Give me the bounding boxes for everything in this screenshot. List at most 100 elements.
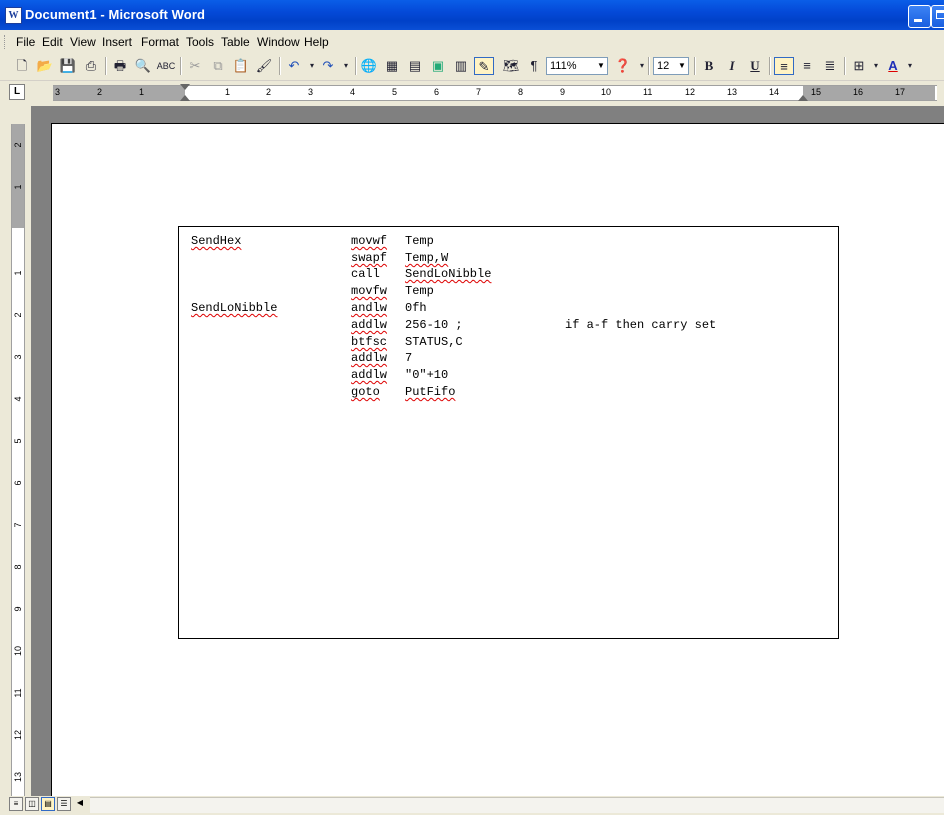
- title-bar: W Document1 - Microsoft Word: [0, 0, 944, 30]
- font-size-combo[interactable]: 12 ▼: [653, 57, 689, 75]
- menu-tools[interactable]: Tools: [186, 35, 214, 49]
- save-icon[interactable]: 💾: [58, 57, 78, 75]
- tab-selector[interactable]: L: [9, 84, 25, 100]
- code-arg: STATUS,C: [405, 335, 463, 349]
- spelling-icon[interactable]: ABC: [156, 57, 176, 75]
- code-arg: PutFifo: [405, 385, 456, 399]
- zoom-combo[interactable]: 111% ▼: [546, 57, 608, 75]
- code-text-box[interactable]: SendHex SendLoNibble movwf Temp swapf Te…: [178, 226, 839, 639]
- toolbar-separator: [180, 57, 182, 75]
- show-hide-icon[interactable]: ¶: [524, 57, 544, 75]
- code-arg: Temp: [405, 284, 434, 298]
- ruler-number: 4: [350, 87, 356, 97]
- font-size-value: 12: [657, 60, 670, 72]
- scroll-left-icon[interactable]: ◀: [73, 797, 87, 811]
- hanging-indent-marker[interactable]: [180, 95, 190, 101]
- print-icon[interactable]: 🖶: [110, 57, 130, 75]
- format-painter-icon[interactable]: 🖌: [254, 57, 274, 75]
- font-color-dropdown-icon[interactable]: ▾: [900, 57, 920, 75]
- horizontal-scrollbar[interactable]: [90, 797, 944, 813]
- ruler-number: 1: [139, 87, 145, 97]
- open-folder-icon[interactable]: 📂: [35, 57, 55, 75]
- toolbar-separator: [844, 57, 846, 75]
- vertical-ruler[interactable]: 2 1 1 2 3 4 5 6 7 8 9 10 11 12 13: [11, 124, 25, 814]
- menu-table[interactable]: Table: [221, 35, 250, 49]
- permission-icon[interactable]: ⎙: [81, 57, 101, 75]
- ruler-number: 14: [769, 87, 780, 97]
- italic-button[interactable]: I: [722, 57, 742, 75]
- code-label: SendHex: [191, 234, 242, 248]
- menu-format[interactable]: Format: [141, 35, 179, 49]
- ruler-number: 1: [13, 270, 23, 276]
- bold-button[interactable]: B: [699, 57, 719, 75]
- web-layout-icon[interactable]: ◫: [25, 797, 39, 811]
- normal-view-icon[interactable]: ≡: [9, 797, 23, 811]
- copy-icon[interactable]: ⧉: [208, 57, 228, 75]
- print-layout-icon[interactable]: ▤: [41, 797, 55, 811]
- code-arg: 7: [405, 351, 413, 365]
- outline-view-icon[interactable]: ☰: [57, 797, 71, 811]
- code-arg: Temp,W: [405, 251, 449, 265]
- align-left-icon[interactable]: ≡: [774, 57, 794, 75]
- ruler-number: 7: [476, 87, 482, 97]
- menu-file[interactable]: File: [16, 35, 35, 49]
- ruler-number: 4: [13, 396, 23, 402]
- ruler-number: 2: [13, 142, 23, 148]
- ruler-right-margin: [803, 86, 935, 100]
- redo-dropdown-icon[interactable]: ▾: [336, 57, 356, 75]
- right-indent-marker[interactable]: [798, 95, 808, 101]
- new-document-icon[interactable]: 🗋: [12, 57, 32, 75]
- code-op: movwf: [351, 234, 388, 248]
- toolbar-separator: [355, 57, 357, 75]
- paste-icon[interactable]: 📋: [231, 57, 251, 75]
- ruler-number: 3: [55, 87, 61, 97]
- ruler-number: 5: [392, 87, 398, 97]
- window-title: Document1 - Microsoft Word: [25, 7, 206, 22]
- ruler-number: 17: [895, 87, 906, 97]
- help-icon[interactable]: ❓: [613, 57, 633, 75]
- horizontal-ruler[interactable]: 3 2 1 1 2 3 4 5 6 7 8 9 10 11 12 13 14 1…: [53, 84, 937, 101]
- menu-grip-handle[interactable]: [4, 35, 8, 49]
- ruler-number: 13: [727, 87, 738, 97]
- ruler-number: 8: [13, 564, 23, 570]
- menu-edit[interactable]: Edit: [42, 35, 63, 49]
- hyperlink-icon[interactable]: 🌐: [359, 57, 379, 75]
- insert-excel-icon[interactable]: ▣: [428, 57, 448, 75]
- menu-insert[interactable]: Insert: [102, 35, 132, 49]
- first-line-indent-marker[interactable]: [180, 84, 190, 90]
- tables-borders-icon[interactable]: ▦: [382, 57, 402, 75]
- ruler-number: 10: [601, 87, 612, 97]
- code-arg: SendLoNibble: [405, 267, 492, 281]
- word-app-icon[interactable]: W: [5, 7, 22, 24]
- cut-icon[interactable]: ✂: [185, 57, 205, 75]
- code-arg: 0fh: [405, 301, 427, 315]
- justify-icon[interactable]: ≣: [820, 57, 840, 75]
- underline-button[interactable]: U: [745, 57, 765, 75]
- ruler-number: 3: [13, 354, 23, 360]
- ruler-number: 3: [308, 87, 314, 97]
- code-op: addlw: [351, 318, 388, 332]
- menu-view[interactable]: View: [70, 35, 96, 49]
- ruler-number: 11: [643, 87, 653, 97]
- code-op: andlw: [351, 301, 388, 315]
- standard-toolbar: 🗋 📂 💾 ⎙ 🖶 🔍 ABC ✂ ⧉ 📋 🖌 ↶ ▾ ↷ ▾ 🌐 ▦ ▤ ▣ …: [0, 53, 944, 81]
- menu-help[interactable]: Help: [304, 35, 329, 49]
- minimize-button[interactable]: [908, 5, 931, 28]
- ruler-number: 2: [266, 87, 272, 97]
- print-preview-icon[interactable]: 🔍: [133, 57, 153, 75]
- drawing-icon[interactable]: ✎: [474, 57, 494, 75]
- maximize-button[interactable]: [931, 5, 944, 28]
- menu-window[interactable]: Window: [257, 35, 300, 49]
- document-map-icon[interactable]: 🗺: [501, 57, 521, 75]
- insert-table-icon[interactable]: ▤: [405, 57, 425, 75]
- redo-icon[interactable]: ↷: [318, 57, 338, 75]
- chevron-down-icon[interactable]: ▼: [595, 58, 607, 74]
- ruler-number: 16: [853, 87, 864, 97]
- undo-icon[interactable]: ↶: [284, 57, 304, 75]
- ruler-number: 7: [13, 522, 23, 528]
- columns-icon[interactable]: ▥: [451, 57, 471, 75]
- align-center-icon[interactable]: ≡: [797, 57, 817, 75]
- ruler-number: 2: [97, 87, 103, 97]
- chevron-down-icon[interactable]: ▼: [676, 58, 688, 74]
- code-comment: if a-f then carry set: [565, 318, 717, 332]
